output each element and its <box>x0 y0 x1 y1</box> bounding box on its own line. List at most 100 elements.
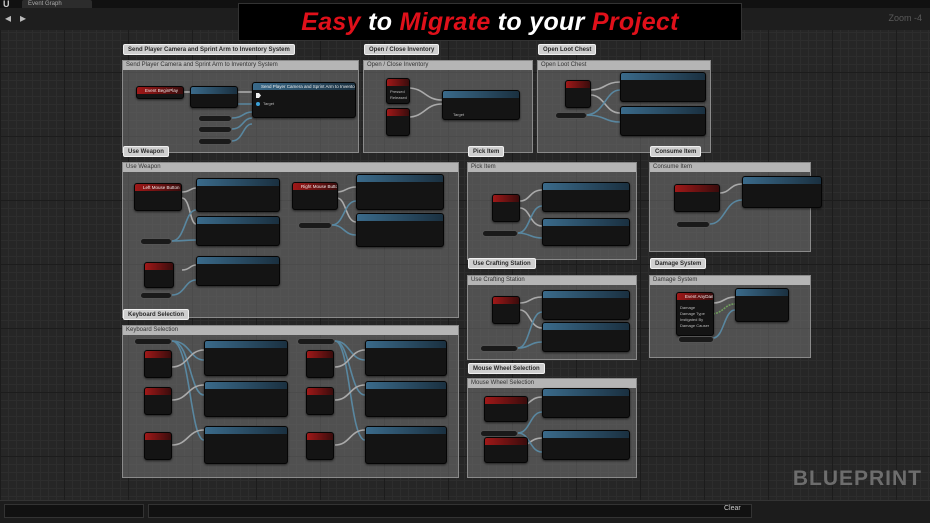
exec-pin[interactable] <box>256 93 261 98</box>
node-cast[interactable] <box>190 86 238 108</box>
node-server-open-close[interactable]: Target <box>442 90 520 120</box>
banner-word: Project <box>591 7 679 36</box>
node-title <box>543 183 629 190</box>
node-key-r[interactable] <box>144 262 174 288</box>
var-inventory-manager[interactable] <box>555 112 587 119</box>
node-server-select-slot-5[interactable] <box>365 381 447 417</box>
node-title <box>145 263 173 270</box>
node-key-e[interactable] <box>565 80 591 108</box>
node-server-update-item[interactable] <box>542 218 630 246</box>
node-title <box>197 257 279 264</box>
node-key-6[interactable] <box>306 432 334 460</box>
console-output[interactable] <box>148 504 752 518</box>
console-input[interactable] <box>4 504 144 518</box>
node-title <box>493 297 519 304</box>
node-server-unload-loot[interactable] <box>620 106 706 136</box>
node-key-3[interactable] <box>144 432 172 460</box>
node-key-tab[interactable]: Pressed Released <box>386 78 410 104</box>
blueprint-watermark: BLUEPRINT <box>792 467 922 490</box>
comment-header: Pick Item <box>468 163 636 172</box>
clear-button[interactable]: Clear <box>724 505 741 512</box>
node-title <box>197 217 279 224</box>
node-title <box>307 433 333 440</box>
node-server-enable-weapon-zoom[interactable] <box>356 174 444 210</box>
pin-label: Target <box>263 101 275 106</box>
pin-label: Damage <box>680 305 696 310</box>
var-inventory-manager[interactable] <box>480 345 518 352</box>
banner-word: Migrate <box>399 7 491 36</box>
node-server-disable-weapon-zoom[interactable] <box>356 213 444 247</box>
node-key-2[interactable] <box>144 387 172 415</box>
node-server-open-loot[interactable] <box>620 72 706 102</box>
node-server-stop-weapon[interactable] <box>196 216 280 246</box>
node-server-select-slot-1[interactable] <box>204 340 288 376</box>
var-node[interactable] <box>198 126 232 133</box>
node-title <box>543 219 629 226</box>
node-title: Right Mouse Button <box>293 183 337 190</box>
var-inventory-manager[interactable] <box>480 430 518 437</box>
var-inventory-manager[interactable] <box>140 292 172 299</box>
var-inventory-manager[interactable] <box>140 238 172 245</box>
node-title: Left Mouse Button <box>135 184 181 191</box>
node-server-select-slot-3[interactable] <box>204 426 288 464</box>
node-server-select-slot-6[interactable] <box>365 426 447 464</box>
node-title <box>493 195 519 202</box>
var-inventory-manager[interactable] <box>298 222 332 229</box>
node-event-beginplay[interactable]: Event BeginPlay <box>136 86 184 99</box>
node-set-inventory-camera[interactable]: Send Player Camera and Sprint Arm to Inv… <box>252 82 356 118</box>
node-title <box>357 175 443 182</box>
node-right-mouse-button[interactable]: Right Mouse Button <box>292 182 338 210</box>
banner-word: to your <box>490 7 592 36</box>
node-key-4[interactable] <box>306 350 334 378</box>
node-mouse-wheel-down[interactable] <box>484 396 528 422</box>
node-server-select-slot-4[interactable] <box>365 340 447 376</box>
data-pin[interactable] <box>256 102 260 106</box>
node-server-use-weapon[interactable] <box>196 178 280 212</box>
node-title <box>205 341 287 348</box>
pin-label: Pressed <box>390 89 405 94</box>
node-title <box>543 323 629 330</box>
var-inventory-manager[interactable] <box>134 338 172 345</box>
var-inventory-manager[interactable] <box>678 336 714 343</box>
var-node[interactable] <box>198 115 232 122</box>
node-server-select-previous-slot[interactable] <box>542 430 630 460</box>
node-left-alt[interactable] <box>386 108 410 136</box>
node-title <box>621 73 705 80</box>
node-title <box>543 291 629 298</box>
pin-label: Target <box>453 112 465 117</box>
forward-arrow-icon[interactable]: ▸ <box>20 11 26 25</box>
comment-header: Open Loot Chest <box>538 61 710 70</box>
node-title <box>145 433 171 440</box>
node-server-use-crafting[interactable] <box>542 290 630 320</box>
node-left-mouse-button[interactable]: Left Mouse Button <box>134 183 182 211</box>
tag-pick-item: Pick Item <box>468 146 505 157</box>
node-title <box>485 397 527 404</box>
node-title <box>675 185 719 192</box>
node-key-f[interactable] <box>492 194 520 222</box>
node-server-select-slot-2[interactable] <box>204 381 288 417</box>
node-title <box>366 427 446 434</box>
node-event-anydamage[interactable]: Event AnyDamage Damage Damage Type Insti… <box>676 292 714 336</box>
node-server-update-crafting[interactable] <box>542 322 630 352</box>
var-inventory-manager[interactable] <box>482 230 518 237</box>
node-key-1[interactable] <box>144 350 172 378</box>
node-title <box>621 107 705 114</box>
node-left-mouse-consume[interactable] <box>674 184 720 212</box>
back-arrow-icon[interactable]: ◂ <box>5 11 11 25</box>
zoom-level: Zoom -4 <box>888 13 922 23</box>
node-key-c[interactable] <box>492 296 520 324</box>
blueprint-editor: U Event Graph ◂ ▸ Zoom -4 Send Player Ca… <box>0 0 930 523</box>
node-server-reload-weapon[interactable] <box>196 256 280 286</box>
node-server-consume-item[interactable] <box>742 176 822 208</box>
var-node[interactable] <box>198 138 232 145</box>
node-damage-system[interactable] <box>735 288 789 322</box>
tab-event-graph[interactable]: Event Graph <box>22 0 92 8</box>
node-title: Send Player Camera and Sprint Arm to Inv… <box>253 83 355 90</box>
node-server-pick-item[interactable] <box>542 182 630 212</box>
node-server-select-next-slot[interactable] <box>542 388 630 418</box>
node-mouse-wheel-up[interactable] <box>484 437 528 463</box>
var-inventory-manager[interactable] <box>297 338 335 345</box>
comment-header: Mouse Wheel Selection <box>468 379 636 388</box>
node-key-5[interactable] <box>306 387 334 415</box>
var-inventory-manager[interactable] <box>676 221 710 228</box>
